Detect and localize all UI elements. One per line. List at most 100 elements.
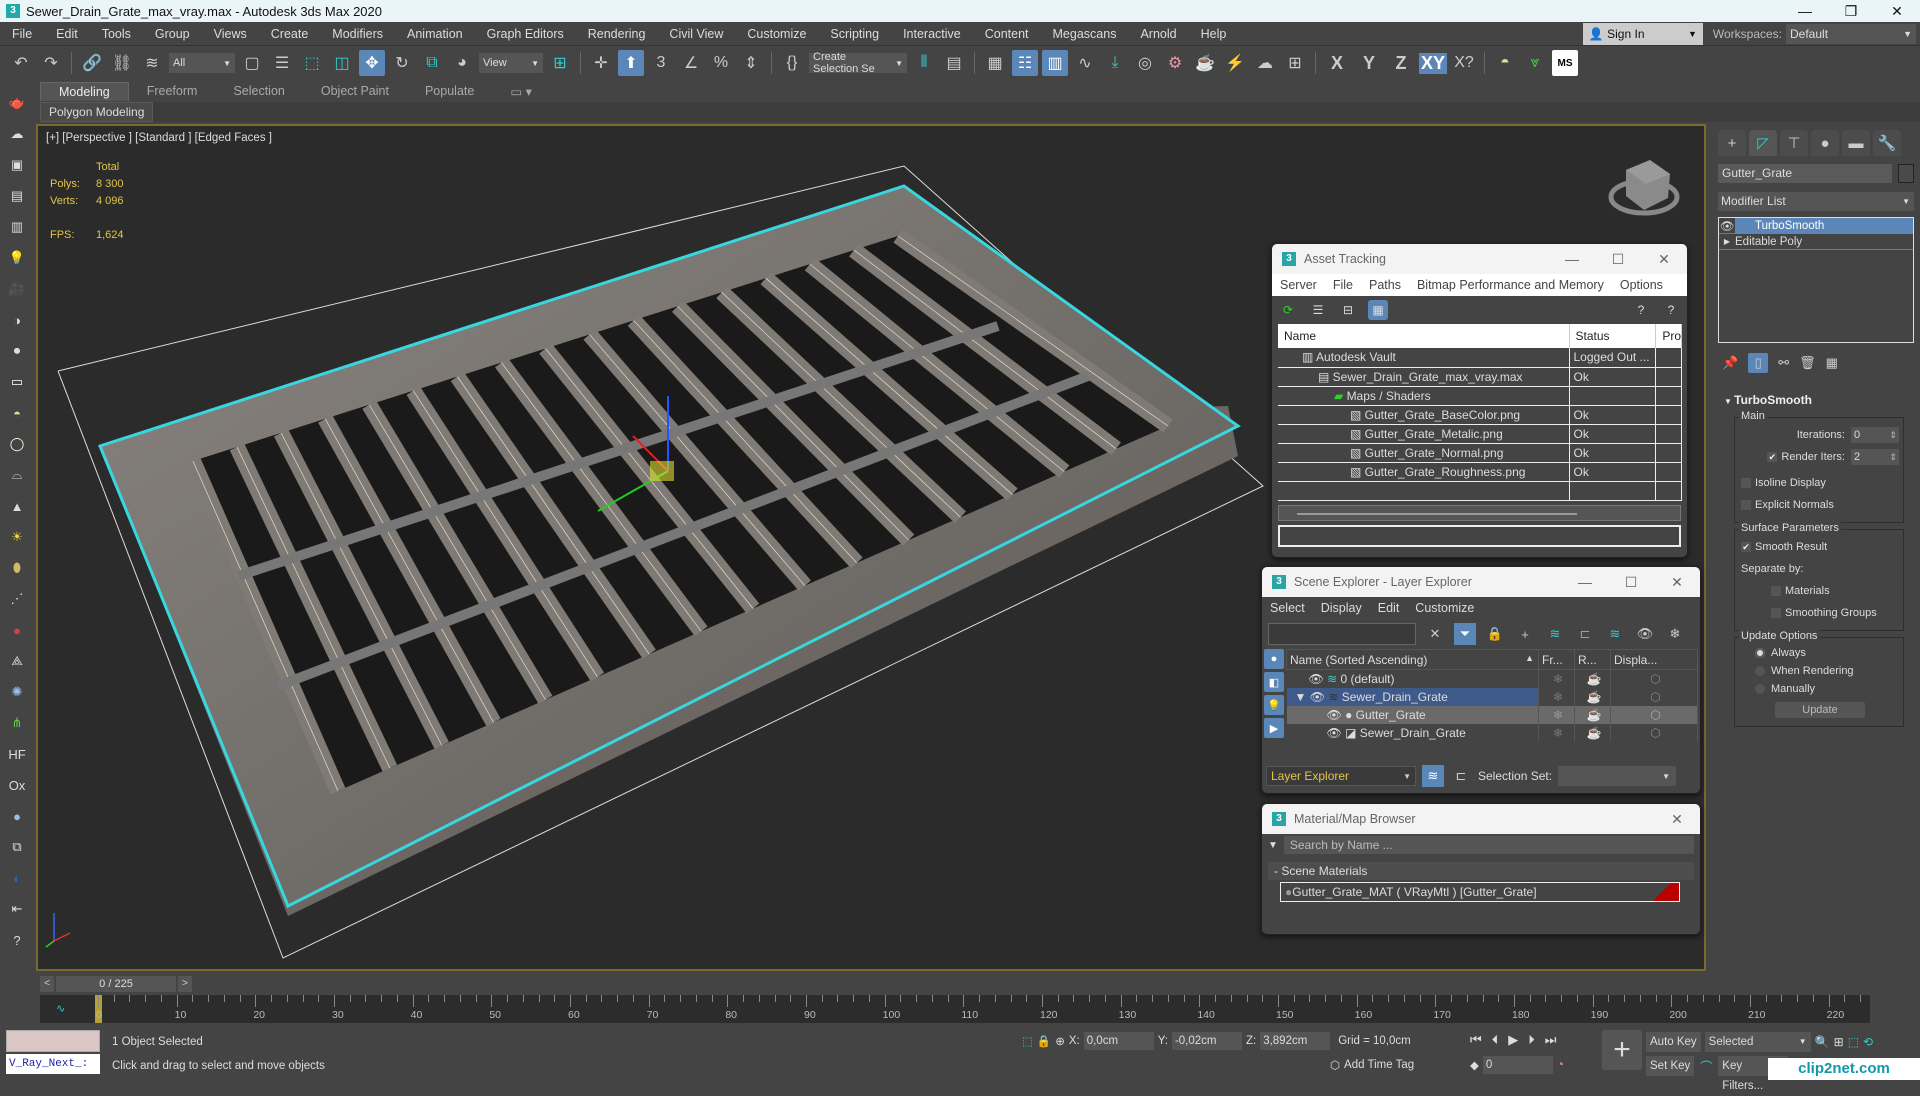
zoom-extents-icon[interactable]: ⬚ [1848,1035,1859,1049]
vray-light-plane-icon[interactable]: ▭ [6,371,28,393]
select-by-name-icon[interactable]: ☰ [269,50,295,76]
close-button[interactable]: ✕ [1654,574,1700,591]
vault-help-icon[interactable]: ? [1631,300,1651,320]
cameras-filter-icon[interactable]: ▶ [1264,718,1284,738]
hierarchy-tab-icon[interactable]: ⊤ [1780,130,1808,156]
named-selection-dropdown[interactable]: Create Selection Se ▼ [809,51,907,75]
key-mode-dropdown[interactable]: Selected ▼ [1704,1032,1811,1052]
display-box-icon[interactable]: ⬡ [1610,705,1698,724]
column-freeze[interactable]: Fr... [1538,649,1575,670]
display-box-icon[interactable]: ⬡ [1610,669,1698,688]
menu-rendering[interactable]: Rendering [576,27,658,41]
menu-file[interactable]: File [1325,278,1361,292]
select-manipulate-icon[interactable]: ✛ [588,50,614,76]
selection-filter-dropdown[interactable]: All ▼ [169,53,235,73]
next-frame-button[interactable]: > [178,976,192,992]
menu-customize[interactable]: Customize [735,27,818,41]
object-name-field[interactable]: Gutter_Grate [1718,164,1892,183]
go-to-end-icon[interactable]: ⏭ [1545,1032,1557,1048]
asset-tracking-titlebar[interactable]: 3 Asset Tracking — ☐ ✕ [1272,244,1687,274]
smoothing-groups-checkbox[interactable] [1771,608,1781,618]
table-view-icon[interactable]: ▦ [1368,300,1388,320]
ornatrix-icon[interactable]: Ox [6,774,28,796]
find-field[interactable] [1268,623,1416,645]
options-triangle-icon[interactable]: ▼ [1268,840,1278,851]
menu-graph-editors[interactable]: Graph Editors [475,27,576,41]
vray-toggle-icon[interactable]: ◐ [6,867,28,889]
vray-dome-light-icon[interactable]: ◓ [6,402,28,424]
asset-path-field[interactable] [1278,524,1681,547]
go-to-start-icon[interactable]: ⏮ [1470,1032,1482,1048]
freeze-icon[interactable]: ❄ [1538,705,1575,724]
render-teapot-icon[interactable]: ☕ [1574,687,1611,706]
y-coordinate-field[interactable]: -0,02cm [1171,1032,1242,1050]
hide-layer-icon[interactable]: 👁 [1634,623,1656,645]
isolate-selection-icon[interactable]: ⬚ [1022,1034,1033,1048]
geometry-filter-icon[interactable]: ● [1264,649,1284,669]
maximize-button[interactable]: ☐ [1608,574,1654,591]
close-button[interactable]: ✕ [1641,251,1687,268]
time-configuration-icon[interactable]: ◔ [1557,1059,1564,1071]
set-key-big-button[interactable]: + [1602,1030,1642,1070]
object-row[interactable]: 👁 ● Gutter_Grate ❄ ☕ ⬡ [1286,705,1698,724]
sort-by-layer-icon[interactable]: ≋ [1422,765,1444,787]
menu-megascans[interactable]: Megascans [1041,27,1129,41]
iterations-spinner[interactable]: 0 [1851,427,1899,443]
asset-row[interactable]: ▧ Gutter_Grate_Metalic.png Ok [1278,424,1682,444]
sort-by-hierarchy-icon[interactable]: ⊏ [1450,765,1472,787]
vray-sun-icon[interactable]: ☀ [6,526,28,548]
maxscript-listener-output[interactable] [6,1030,100,1052]
make-unique-icon[interactable]: ⚯ [1778,355,1789,371]
mirror-icon[interactable]: ⫴ [911,50,937,76]
expand-triangle-icon[interactable]: ▶ [1719,237,1735,246]
vray-plane-icon[interactable]: ⟁ [6,650,28,672]
list-view-icon[interactable]: ☰ [1308,300,1328,320]
menu-edit[interactable]: Edit [44,27,90,41]
previous-frame-button[interactable]: < [40,976,54,992]
maximize-button[interactable]: ☐ [1595,251,1641,268]
display-tab-icon[interactable]: ▬ [1842,130,1870,156]
rect-selection-icon[interactable]: ⬚ [299,50,325,76]
modify-tab-icon[interactable]: ◸ [1749,130,1777,156]
asset-row[interactable]: ▧ Gutter_Grate_Normal.png Ok [1278,443,1682,463]
material-sphere-icon[interactable]: ● [6,805,28,827]
close-button[interactable]: ✕ [1654,811,1700,828]
sign-in-button[interactable]: 👤 Sign In ▼ [1582,22,1703,45]
update-manually-radio[interactable] [1755,684,1765,694]
layers-icon[interactable]: ≋ [1604,623,1626,645]
column-name-sorted[interactable]: Name (Sorted Ascending) ▲ [1286,649,1539,670]
explorer-mode-dropdown[interactable]: Layer Explorer ▼ [1266,766,1416,786]
track-bar[interactable]: 0 10 20 30 40 50 60 70 80 90 100 110 120 130 140 150 160… [40,995,1870,1023]
menu-file[interactable]: File [0,27,44,41]
object-row[interactable]: 👁 ◪ Sewer_Drain_Grate ❄ ☕ ⬡ [1286,723,1698,742]
materials-checkbox[interactable] [1771,586,1781,596]
scrollbar-thumb[interactable] [1297,512,1577,515]
update-button[interactable]: Update [1775,702,1865,718]
material-item[interactable]: ● Gutter_Grate_MAT ( VRayMtl ) [Gutter_G… [1280,882,1680,902]
select-object-icon[interactable]: ▢ [239,50,265,76]
vray-ies-light-icon[interactable]: ▲ [6,495,28,517]
angle-snap-icon[interactable]: ∠ [678,50,704,76]
ribbon-options-icon[interactable]: ▭ ▾ [492,82,550,101]
asset-row[interactable]: ▧ Gutter_Grate_Roughness.png Ok [1278,462,1682,482]
restore-button[interactable]: ❐ [1828,3,1874,20]
cloud-icon[interactable]: ☁ [6,123,28,145]
schematic-view-icon[interactable]: ⤓ [1102,50,1128,76]
update-when-rendering-radio[interactable] [1755,666,1765,676]
previous-key-icon[interactable]: ⏴ [1492,1032,1499,1048]
lights-filter-icon[interactable]: 💡 [1264,695,1284,715]
absolute-mode-icon[interactable]: ⊕ [1055,1034,1065,1048]
polygon-modeling-panel[interactable]: Polygon Modeling [40,102,154,122]
menu-civil-view[interactable]: Civil View [657,27,735,41]
scale-icon[interactable]: ⧉ [419,50,445,76]
vray-toolbar-icon[interactable]: ⊞ [1282,50,1308,76]
vfb-icon[interactable]: ▣ [6,154,28,176]
teapot-icon[interactable]: 🫖 [6,92,28,114]
pin-stack-icon[interactable]: 📌 [1722,355,1738,371]
column-display[interactable]: Displa... [1610,649,1698,670]
column-status[interactable]: Status [1569,324,1657,348]
percent-snap-icon[interactable]: % [708,50,734,76]
vray-ambient-light-icon[interactable]: ⬮ [6,557,28,579]
utilities-tab-icon[interactable]: 🔧 [1873,130,1901,156]
curve-editor-icon[interactable]: ∿ [1072,50,1098,76]
